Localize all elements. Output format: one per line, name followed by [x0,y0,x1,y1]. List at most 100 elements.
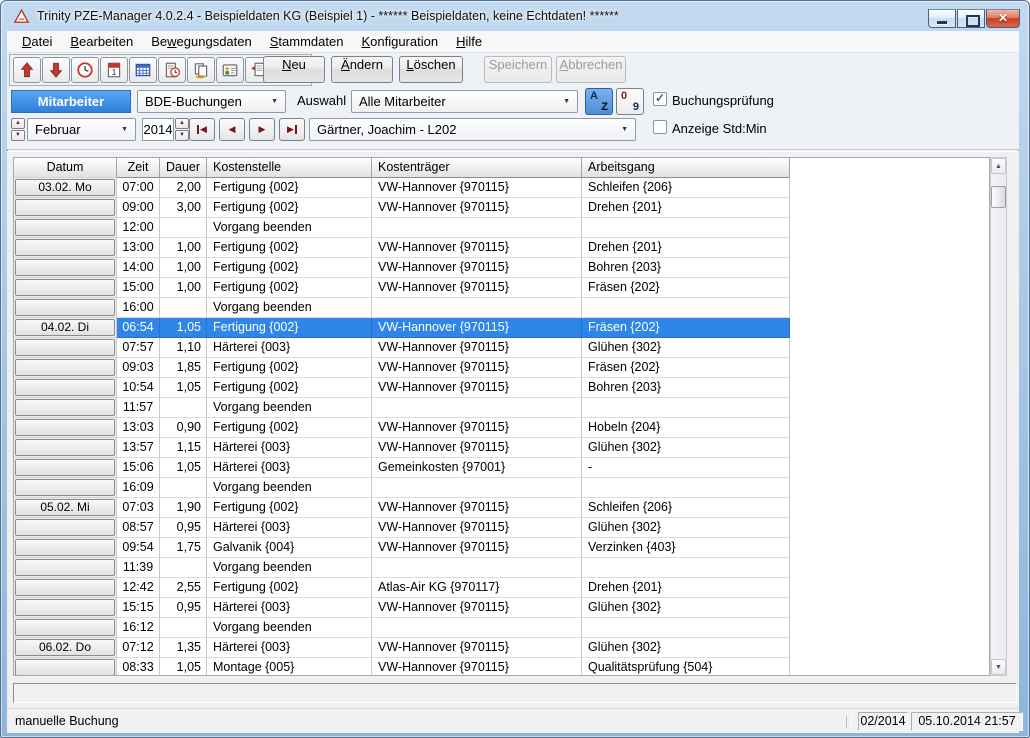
cell-dauer[interactable] [160,558,207,578]
close-button[interactable] [986,9,1020,28]
cell-kostenstelle[interactable]: Härterei {003} [207,518,372,538]
cell-kostenstelle[interactable]: Vorgang beenden [207,478,372,498]
month-spin-down[interactable]: ▼ [11,130,25,141]
table-row[interactable]: 16:09 Vorgang beenden [14,478,989,498]
cell-dauer[interactable]: 1,90 [160,498,207,518]
cell-arbeitsgang[interactable]: Fräsen {202} [582,318,790,338]
table-row[interactable]: 05.02. Mi 07:03 1,90 Fertigung {002} VW-… [14,498,989,518]
cell-dauer[interactable]: 1,00 [160,238,207,258]
cell-kostentraeger[interactable]: VW-Hannover {970115} [372,178,582,198]
anzeige-stdmin-checkbox[interactable] [653,120,667,134]
cell-dauer[interactable]: 1,05 [160,378,207,398]
cell-zeit[interactable]: 13:03 [117,418,160,438]
cell-arbeitsgang[interactable]: Schleifen {206} [582,498,790,518]
move-up-button[interactable] [13,57,41,83]
cell-dauer[interactable]: 1,00 [160,258,207,278]
cell-kostentraeger[interactable]: Atlas-Air KG {970117} [372,578,582,598]
sort-alpha-button[interactable]: A Z [585,88,613,115]
cell-zeit[interactable]: 13:57 [117,438,160,458]
table-row[interactable]: 13:00 1,00 Fertigung {002} VW-Hannover {… [14,238,989,258]
cell-zeit[interactable]: 07:03 [117,498,160,518]
employee-combobox[interactable]: Gärtner, Joachim - L202 [309,118,636,141]
date-button[interactable]: 05.02. Mi [15,499,115,516]
planning-clock-button[interactable] [158,57,186,83]
loeschen-button[interactable]: Löschen [399,56,463,83]
cell-arbeitsgang[interactable]: Fräsen {202} [582,358,790,378]
table-row[interactable]: 08:57 0,95 Härterei {003} VW-Hannover {9… [14,518,989,538]
cell-dauer[interactable]: 1,05 [160,318,207,338]
table-row[interactable]: 07:57 1,10 Härterei {003} VW-Hannover {9… [14,338,989,358]
cell-kostenstelle[interactable]: Härterei {003} [207,438,372,458]
cell-kostenstelle[interactable]: Fertigung {002} [207,278,372,298]
table-row[interactable]: 08:33 1,05 Montage {005} VW-Hannover {97… [14,658,989,676]
cell-dauer[interactable]: 1,10 [160,338,207,358]
table-row[interactable]: 12:00 Vorgang beenden [14,218,989,238]
table-row[interactable]: 06.02. Do 07:12 1,35 Härterei {003} VW-H… [14,638,989,658]
date-button[interactable] [15,659,115,676]
cell-kostentraeger[interactable]: VW-Hannover {970115} [372,318,582,338]
date-button[interactable] [15,539,115,556]
cell-kostenstelle[interactable]: Fertigung {002} [207,378,372,398]
cell-arbeitsgang[interactable] [582,298,790,318]
cell-arbeitsgang[interactable] [582,398,790,418]
cell-dauer[interactable]: 1,05 [160,458,207,478]
header-kostentraeger[interactable]: Kostenträger [372,158,582,178]
selection-combobox[interactable]: Alle Mitarbeiter [351,90,578,113]
date-button[interactable] [15,559,115,576]
cell-kostentraeger[interactable]: VW-Hannover {970115} [372,258,582,278]
cell-dauer[interactable]: 1,00 [160,278,207,298]
cell-kostentraeger[interactable]: VW-Hannover {970115} [372,638,582,658]
cell-kostenstelle[interactable]: Vorgang beenden [207,218,372,238]
month-combobox[interactable]: Februar [27,118,136,141]
cell-zeit[interactable]: 07:12 [117,638,160,658]
cell-kostentraeger[interactable]: VW-Hannover {970115} [372,438,582,458]
cell-kostentraeger[interactable]: VW-Hannover {970115} [372,418,582,438]
table-row[interactable]: 13:57 1,15 Härterei {003} VW-Hannover {9… [14,438,989,458]
cell-kostentraeger[interactable]: VW-Hannover {970115} [372,498,582,518]
cell-arbeitsgang[interactable]: Bohren {203} [582,258,790,278]
nav-last-button[interactable]: ▶ [279,118,305,141]
header-datum[interactable]: Datum [14,158,117,178]
maximize-button[interactable] [957,9,985,28]
header-arbeitsgang[interactable]: Arbeitsgang [582,158,790,178]
table-row[interactable]: 03.02. Mo 07:00 2,00 Fertigung {002} VW-… [14,178,989,198]
cell-kostenstelle[interactable]: Vorgang beenden [207,398,372,418]
cell-kostenstelle[interactable]: Fertigung {002} [207,418,372,438]
table-row[interactable]: 15:00 1,00 Fertigung {002} VW-Hannover {… [14,278,989,298]
cell-kostenstelle[interactable]: Härterei {003} [207,338,372,358]
nav-previous-button[interactable]: ◀ [219,118,245,141]
cell-dauer[interactable]: 1,85 [160,358,207,378]
cell-kostenstelle[interactable]: Galvanik {004} [207,538,372,558]
cell-arbeitsgang[interactable]: Glühen {302} [582,518,790,538]
menu-bearbeiten[interactable]: Bearbeiten [61,31,142,52]
cell-arbeitsgang[interactable] [582,218,790,238]
date-button[interactable] [15,479,115,496]
scroll-up-icon[interactable]: ▲ [991,158,1006,174]
table-row[interactable]: 09:00 3,00 Fertigung {002} VW-Hannover {… [14,198,989,218]
date-button[interactable] [15,459,115,476]
table-row[interactable]: 11:39 Vorgang beenden [14,558,989,578]
date-button[interactable] [15,339,115,356]
cell-dauer[interactable]: 0,95 [160,518,207,538]
cell-kostentraeger[interactable]: VW-Hannover {970115} [372,358,582,378]
cell-zeit[interactable]: 08:57 [117,518,160,538]
scrollbar-thumb[interactable] [991,186,1006,208]
cell-arbeitsgang[interactable]: Glühen {302} [582,598,790,618]
cell-dauer[interactable] [160,218,207,238]
cell-kostentraeger[interactable]: VW-Hannover {970115} [372,198,582,218]
table-row[interactable]: 14:00 1,00 Fertigung {002} VW-Hannover {… [14,258,989,278]
cell-dauer[interactable] [160,298,207,318]
cell-arbeitsgang[interactable]: Drehen {201} [582,198,790,218]
view-combobox[interactable]: BDE-Buchungen [137,90,286,113]
scroll-down-icon[interactable]: ▼ [991,659,1006,675]
speichern-button[interactable]: Speichern [484,56,552,83]
time-clock-button[interactable] [71,57,99,83]
cell-kostentraeger[interactable]: VW-Hannover {970115} [372,338,582,358]
date-button[interactable] [15,359,115,376]
cell-kostenstelle[interactable]: Fertigung {002} [207,578,372,598]
cell-kostentraeger[interactable] [372,618,582,638]
cell-kostentraeger[interactable]: VW-Hannover {970115} [372,538,582,558]
cell-kostenstelle[interactable]: Montage {005} [207,658,372,676]
cell-arbeitsgang[interactable]: Drehen {201} [582,238,790,258]
sort-numeric-button[interactable]: 0 9 [616,88,644,115]
